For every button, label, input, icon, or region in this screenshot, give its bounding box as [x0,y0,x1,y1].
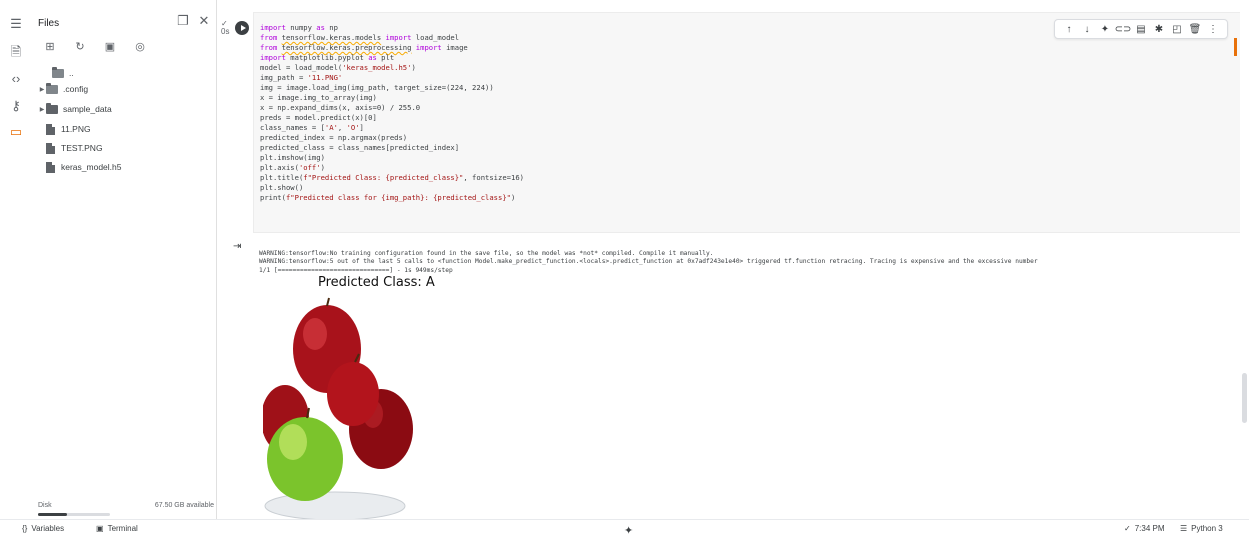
files-title: Files [38,18,60,29]
tree-item-sample-data[interactable]: ▶ sample_data [38,100,112,118]
disk-available: 67.50 GB available [154,502,214,509]
move-down-icon[interactable]: ↓ [1081,23,1093,35]
terminal-button[interactable]: ▣ Terminal [96,524,138,533]
file-icon [46,123,55,135]
folder-icon [52,66,64,78]
notebook-main: ✓ 0s import numpy as np from tensorflow.ke… [217,0,1249,519]
runtime-icon: ☰ [1180,524,1188,533]
link-icon[interactable]: ⊂⊃ [1115,23,1132,35]
files-panel: Files ❐ ✕ ⊞ ↻ ▣ ◎ .. ▶ .config ▶ sample_… [32,0,217,519]
code-line: class_names = ['A', 'O'] [260,123,364,132]
folder-icon [46,102,58,114]
apple-image [263,297,413,519]
changed-marker [1234,38,1237,56]
files-toolbar: ⊞ ↻ ▣ ◎ [42,38,148,54]
gemini-button[interactable]: ✦ [624,524,633,537]
tree-item-config[interactable]: ▶ .config [38,80,88,98]
code-snippets-icon[interactable]: ‹› [6,68,26,88]
run-cell-button[interactable] [235,21,249,35]
code-line: predicted_class = class_names[predicted_… [260,143,460,152]
folder-icon [46,82,58,94]
code-line: plt.axis('off') [260,163,325,172]
code-line: model = load_model('keras_model.h5') [260,63,416,72]
code-line: x = np.expand_dims(x, axis=0) / 255.0 [260,103,421,112]
tree-item-11-png[interactable]: 11.PNG [46,120,91,138]
mirror-cell-icon[interactable]: ◰ [1171,23,1183,35]
tree-item-test-png[interactable]: TEST.PNG [46,139,103,157]
close-icon[interactable]: ✕ [195,12,213,30]
code-line: from tensorflow.keras.preprocessing impo… [260,43,468,52]
key-icon[interactable]: ⚷ [6,96,26,116]
code-line: plt.imshow(img) [260,153,325,162]
more-icon[interactable]: ⋮ [1207,23,1219,35]
toc-icon[interactable]: 🗎 [6,44,26,64]
runtime-indicator[interactable]: ☰ Python 3 [1180,524,1223,533]
left-rail: ☰ 🗎 ‹› ⚷ ▭ [0,0,32,519]
code-line: print(f"Predicted class for {img_path}: … [260,193,516,202]
code-editor[interactable]: import numpy as np from tensorflow.keras.… [260,23,524,203]
folder-icon[interactable]: ▭ [6,122,26,142]
sparkle-icon: ✦ [624,525,634,537]
plot-title: Predicted Class: A [318,275,435,290]
file-icon [46,142,55,154]
chevron-right-icon[interactable]: ▶ [38,106,46,113]
braces-icon: {} [22,524,28,533]
move-up-icon[interactable]: ↑ [1063,23,1075,35]
code-line: plt.show() [260,183,304,192]
code-line: import numpy as np [260,23,338,32]
code-line: from tensorflow.keras.models import load… [260,33,460,42]
disk-label: Disk [38,502,52,509]
variables-button[interactable]: {} Variables [22,524,64,533]
terminal-icon: ▣ [96,524,104,533]
sparkle-icon[interactable]: ✦ [1099,23,1111,35]
code-line: x = image.img_to_array(img) [260,93,377,102]
disk-usage-bar [38,513,110,516]
status-bar: {} Variables ▣ Terminal ✦ ✓ 7:34 PM ☰ Py… [0,519,1249,538]
code-line: import matplotlib.pyplot as plt [260,53,395,62]
menu-icon[interactable]: ☰ [6,14,26,34]
execution-status[interactable]: ✓ 7:34 PM [1124,524,1165,533]
code-line: preds = model.predict(x)[0] [260,113,377,122]
code-line: plt.title(f"Predicted Class: {predicted_… [260,173,524,182]
cell-output: ⇥ WARNING:tensorflow:No training configu… [233,236,1243,519]
mount-drive-icon[interactable]: ▣ [102,38,118,54]
delete-icon[interactable]: 🗑 [1189,23,1202,35]
executed-check-icon: ✓ 0s [221,19,230,36]
settings-icon[interactable]: ✱ [1153,23,1165,35]
scrollbar[interactable] [1240,0,1249,519]
chevron-right-icon[interactable]: ▶ [38,86,46,93]
comment-icon[interactable]: ▤ [1135,23,1147,35]
tree-item-keras-model[interactable]: keras_model.h5 [46,158,121,176]
output-toggle-icon[interactable]: ⇥ [233,241,241,252]
show-hidden-icon[interactable]: ◎ [132,38,148,54]
output-text: WARNING:tensorflow:No training configura… [259,249,1038,274]
check-icon: ✓ [1124,524,1131,533]
code-line: predicted_index = np.argmax(preds) [260,133,408,142]
upload-file-icon[interactable]: ⊞ [42,38,58,54]
refresh-icon[interactable]: ↻ [72,38,88,54]
code-line: img_path = '11.PNG' [260,73,343,82]
scrollbar-thumb[interactable] [1242,373,1247,423]
new-window-icon[interactable]: ❐ [174,12,192,30]
file-icon [46,161,55,173]
code-line: img = image.load_img(img_path, target_si… [260,83,494,92]
cell-toolbar: ↑ ↓ ✦ ⊂⊃ ▤ ✱ ◰ 🗑 ⋮ [1054,19,1228,39]
code-cell[interactable]: import numpy as np from tensorflow.keras.… [253,12,1243,233]
